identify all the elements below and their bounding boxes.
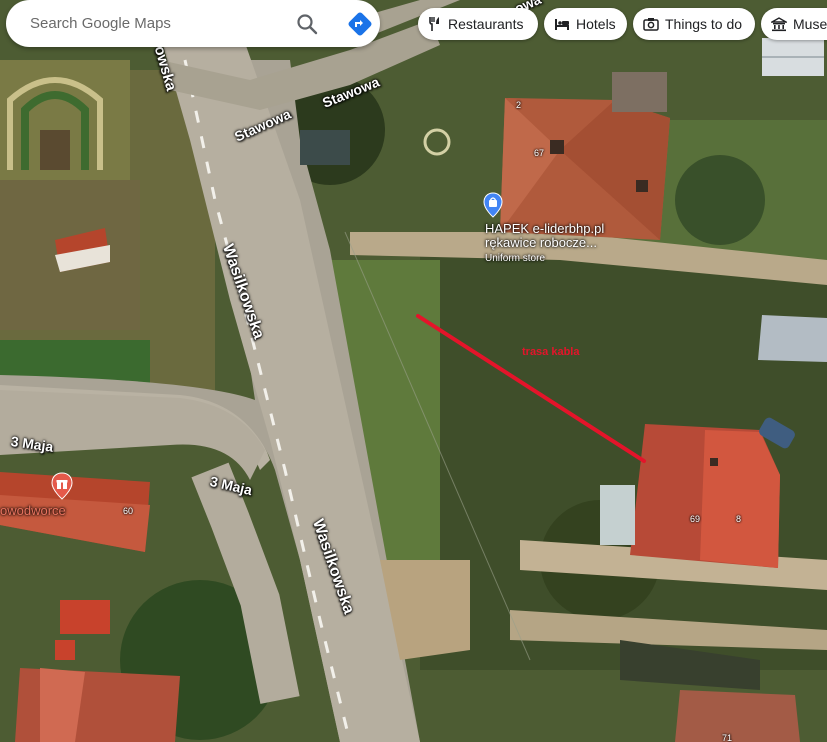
museum-icon [771,16,787,31]
house-number: 60 [123,506,134,516]
house-number: 67 [534,148,545,158]
directions-icon[interactable] [347,11,373,37]
poi-hapek-name: HAPEK e-liderbhp.pl [485,221,605,236]
search-input[interactable] [28,14,282,33]
poi-owodworce-name: owodworce [0,503,66,518]
chip-museums-label: Muse [793,16,827,32]
poi-hapek-category: Uniform store [485,253,546,264]
satellite-map[interactable]: trasa kabla owska Wasilkowska Wasilkowsk… [0,0,827,742]
house-number: 71 [722,733,733,742]
cable-route-overlay [416,314,646,463]
bed-icon [555,19,569,30]
gift-pin-icon [51,472,73,500]
chip-things-to-do[interactable]: Things to do [633,8,755,40]
chip-restaurants[interactable]: Restaurants [418,8,538,40]
cable-route-label: trasa kabla [522,346,580,358]
search-icon[interactable] [295,12,319,36]
house-number: 69 [690,514,701,524]
fork-knife-icon [429,17,439,31]
chip-hotels-label: Hotels [576,16,616,32]
chip-restaurants-label: Restaurants [448,16,524,32]
chip-things-to-do-label: Things to do [665,16,743,32]
poi-owodworce[interactable]: owodworce [0,472,110,522]
house-number: 2 [516,100,522,110]
poi-hapek-subtitle: rękawice robocze... [485,235,597,250]
search-box [6,0,380,47]
poi-hapek-store[interactable]: HAPEK e-liderbhp.pl rękawice robocze... … [483,192,613,264]
chip-museums[interactable]: Muse [761,8,827,40]
house-number: 8 [736,514,742,524]
chip-hotels[interactable]: Hotels [544,8,627,40]
camera-icon [643,18,659,31]
cable-route-line [416,314,646,463]
shopping-bag-pin-icon [483,192,503,218]
